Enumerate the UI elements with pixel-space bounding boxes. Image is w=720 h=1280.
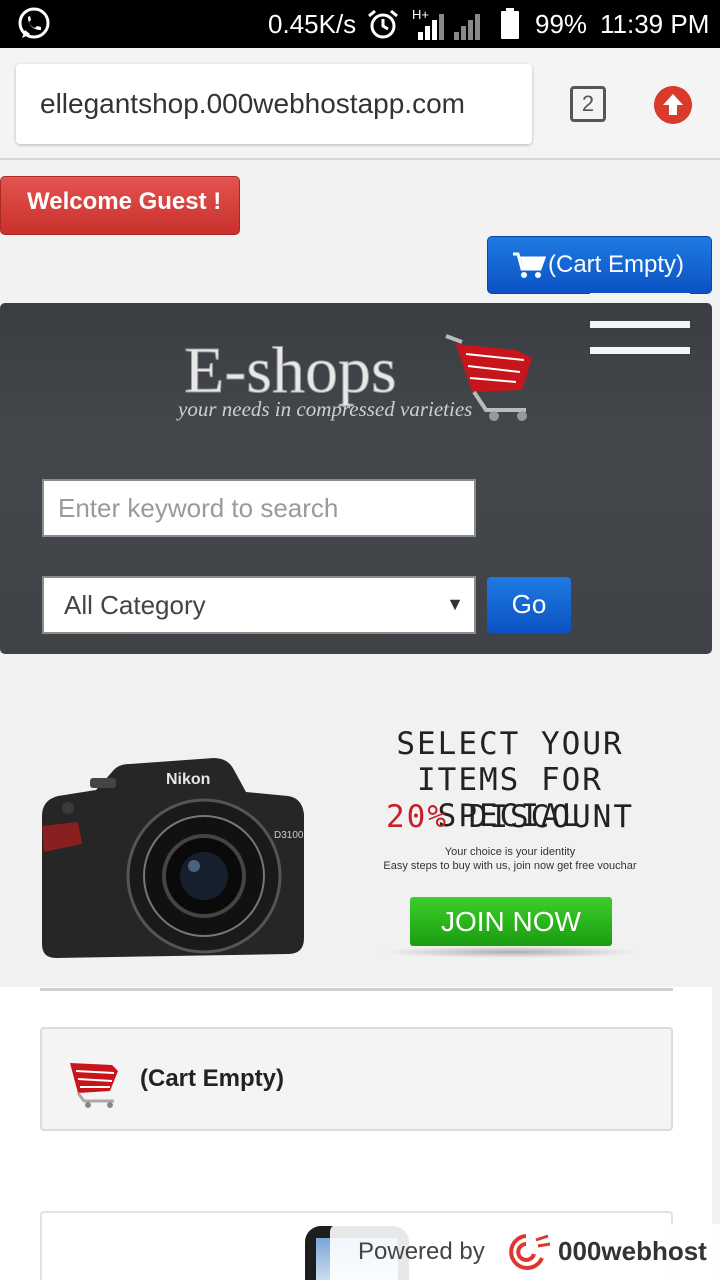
menu-icon-bar <box>590 293 690 300</box>
whatsapp-icon <box>18 7 50 39</box>
search-input[interactable]: Enter keyword to search <box>42 479 476 537</box>
screen: 0.45K/s H+ 99% 11:39 PM ellegantshop.000… <box>0 0 720 1280</box>
powered-by-badge[interactable]: Powered by 000webhost <box>330 1224 720 1280</box>
browser-toolbar: ellegantshop.000webhostapp.com 2 <box>0 48 720 160</box>
cart-button[interactable]: (Cart Empty) <box>487 236 712 294</box>
promo-subtitle-1: Your choice is your identity <box>444 846 576 858</box>
menu-icon[interactable] <box>590 293 692 359</box>
host-logo-icon <box>509 1234 551 1270</box>
site-logo[interactable]: E-shops your needs in compressed varieti… <box>176 330 546 430</box>
tab-switcher-button[interactable]: 2 <box>570 86 606 122</box>
logo-tagline: your needs in compressed varieties <box>176 397 472 421</box>
camera-model-label: D3100 <box>274 830 304 841</box>
alarm-icon <box>368 9 398 39</box>
signal-type-label: H+ <box>412 7 429 22</box>
signal-icon: H+ <box>412 7 480 40</box>
cart-button-label: (Cart Empty) <box>548 251 685 278</box>
promo-subtitle-2: Easy steps to buy with us, join now get … <box>383 860 637 872</box>
menu-icon-bar <box>590 321 690 328</box>
promo-heading-line3: 20% DISCOUNT <box>350 799 670 835</box>
url-bar[interactable]: ellegantshop.000webhostapp.com <box>16 64 532 144</box>
url-text: ellegantshop.000webhostapp.com <box>40 88 465 119</box>
category-select[interactable]: All Category ▼ <box>42 576 476 634</box>
join-button-shadow <box>380 946 642 958</box>
join-now-button[interactable]: JOIN NOW <box>410 897 612 946</box>
upload-icon[interactable] <box>654 86 692 124</box>
cart-summary-panel[interactable]: (Cart Empty) <box>40 1027 673 1131</box>
promo-heading-line1: SELECT YOUR <box>396 726 624 762</box>
clock: 11:39 PM <box>600 9 710 39</box>
host-brand-name: 000webhost <box>558 1236 707 1266</box>
discount-word: DISCOUNT <box>468 799 634 835</box>
status-bar: 0.45K/s H+ 99% 11:39 PM <box>0 0 720 48</box>
basket-icon <box>70 1063 118 1108</box>
go-button[interactable]: Go <box>487 577 571 633</box>
welcome-guest-button[interactable]: Welcome Guest ! <box>0 176 240 235</box>
cart-icon <box>513 252 546 278</box>
menu-icon-bar <box>590 347 690 354</box>
battery-icon <box>501 8 519 39</box>
battery-percent: 99% <box>535 9 588 39</box>
discount-percent: 20% <box>386 799 448 835</box>
camera-brand-label: Nikon <box>166 771 210 788</box>
cart-summary-label: (Cart Empty) <box>140 1065 285 1092</box>
camera-image: Nikon D3100 <box>42 758 304 958</box>
powered-by-text: Powered by <box>358 1238 485 1265</box>
network-speed: 0.45K/s <box>268 9 357 39</box>
dropdown-arrow-icon: ▼ <box>446 594 464 614</box>
section-divider <box>40 988 673 991</box>
category-selected-value: All Category <box>64 590 206 620</box>
